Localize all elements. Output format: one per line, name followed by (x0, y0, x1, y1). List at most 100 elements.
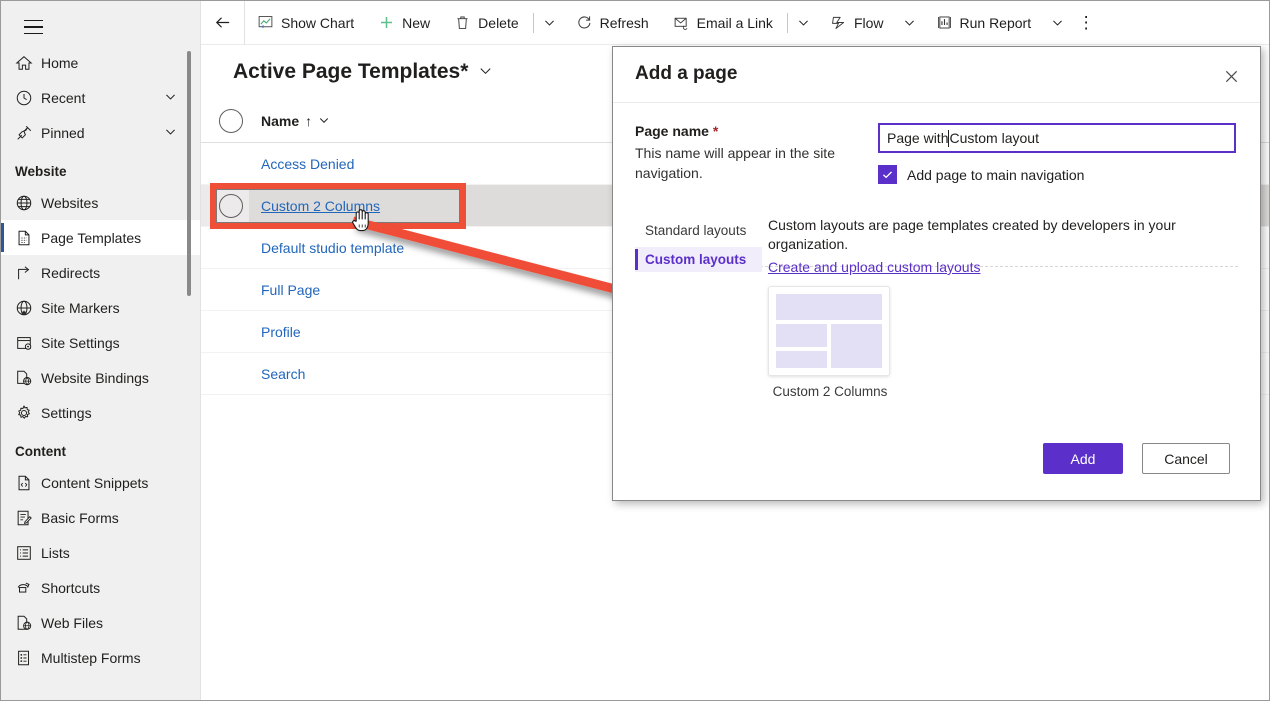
page-template-icon (15, 229, 41, 247)
sidebar-item-basic-forms[interactable]: Basic Forms (1, 500, 201, 535)
page-name-value-after-caret: Custom layout (949, 130, 1038, 146)
custom-2-columns-thumbnail[interactable] (768, 286, 890, 376)
sort-ascending-icon: ↑ (305, 113, 312, 129)
dialog-footer: Add Cancel (613, 430, 1260, 500)
shortcut-icon (15, 579, 41, 597)
sidebar-item-label: Page Templates (41, 230, 141, 246)
sidebar-item-lists[interactable]: Lists (1, 535, 201, 570)
row-name-link[interactable]: Default studio template (261, 227, 404, 269)
sidebar-group-website-title: Website (1, 150, 201, 185)
command-separator (533, 13, 534, 33)
column-header-label: Name (261, 113, 299, 129)
chevron-down-icon[interactable] (318, 113, 330, 129)
chevron-down-icon[interactable] (478, 63, 493, 81)
view-selector[interactable]: Active Page Templates* (233, 60, 493, 84)
cancel-button[interactable]: Cancel (1142, 443, 1230, 474)
sidebar-item-site-markers[interactable]: Site Markers (1, 290, 201, 325)
sidebar-item-shortcuts[interactable]: Shortcuts (1, 570, 201, 605)
sidebar-item-label: Content Snippets (41, 475, 148, 491)
run-report-button[interactable]: Run Report (924, 1, 1044, 45)
sidebar-item-label: Basic Forms (41, 510, 119, 526)
sidebar-item-label: Websites (41, 195, 98, 211)
hamburger-icon[interactable] (13, 11, 53, 43)
sidebar-item-website-bindings[interactable]: Website Bindings (1, 360, 201, 395)
row-name-link[interactable]: Custom 2 Columns (261, 185, 380, 227)
select-all-checkbox[interactable] (219, 109, 243, 133)
new-button[interactable]: New (366, 1, 442, 45)
sidebar-item-label: Site Settings (41, 335, 120, 351)
command-label: Run Report (960, 15, 1032, 31)
layouts-section: Standard layouts Custom layouts Custom l… (613, 216, 1260, 400)
delete-button[interactable]: Delete (442, 1, 530, 45)
thumbnail-layout-preview (776, 294, 882, 368)
tab-label: Standard layouts (645, 223, 746, 238)
tab-label: Custom layouts (645, 252, 746, 267)
sidebar-item-page-templates[interactable]: Page Templates (1, 220, 201, 255)
layout-description: Custom layouts are page templates create… (768, 216, 1178, 254)
page-name-input[interactable]: Page withCustom layout (878, 123, 1236, 153)
add-to-navigation-checkbox-row[interactable]: Add page to main navigation (878, 165, 1238, 184)
sidebar-item-label: Shortcuts (41, 580, 100, 596)
layout-block-left-top (776, 324, 827, 347)
chevron-down-icon[interactable] (164, 125, 177, 141)
row-name-link[interactable]: Profile (261, 311, 301, 353)
flow-button[interactable]: Flow (818, 1, 896, 45)
sidebar-item-label: Site Markers (41, 300, 120, 316)
plus-icon (378, 14, 395, 31)
add-to-navigation-checkbox[interactable] (878, 165, 897, 184)
row-name-link[interactable]: Access Denied (261, 143, 354, 185)
run-report-caret[interactable] (1043, 1, 1071, 45)
flow-caret[interactable] (896, 1, 924, 45)
required-marker: * (713, 123, 718, 139)
email-a-link-button[interactable]: Email a Link (661, 1, 785, 45)
row-name-link[interactable]: Search (261, 353, 305, 395)
sidebar-item-site-settings[interactable]: Site Settings (1, 325, 201, 360)
row-name-link[interactable]: Full Page (261, 269, 320, 311)
app-window: Home Recent Pinned Websi (0, 0, 1270, 701)
report-icon (936, 14, 953, 31)
email-caret[interactable] (790, 1, 818, 45)
add-a-page-dialog: Add a page Page name * This name will ap… (612, 46, 1261, 501)
list-icon (15, 544, 41, 562)
dialog-header: Add a page (613, 47, 1260, 103)
sidebar-item-multistep-forms[interactable]: Multistep Forms (1, 640, 201, 675)
sidebar-item-content-snippets[interactable]: Content Snippets (1, 465, 201, 500)
globe-star-icon (15, 299, 41, 317)
sidebar-item-settings[interactable]: Settings (1, 395, 201, 430)
overflow-menu-button[interactable]: ⋮ (1071, 1, 1101, 45)
sidebar-item-web-files[interactable]: Web Files (1, 605, 201, 640)
column-header-name[interactable]: Name ↑ (261, 99, 330, 143)
sidebar-item-label: Pinned (41, 125, 85, 141)
add-button[interactable]: Add (1043, 443, 1123, 474)
page-title: Active Page Templates* (233, 60, 468, 84)
tab-custom-layouts[interactable]: Custom layouts (635, 247, 762, 272)
page-name-value-before-caret: Page with (887, 130, 948, 146)
show-chart-button[interactable]: Show Chart (245, 1, 366, 45)
close-icon[interactable] (1216, 61, 1246, 91)
create-upload-custom-layouts-link[interactable]: Create and upload custom layouts (768, 259, 980, 275)
code-page-icon (15, 474, 41, 492)
sidebar-item-redirects[interactable]: Redirects (1, 255, 201, 290)
tab-standard-layouts[interactable]: Standard layouts (635, 218, 762, 243)
sidebar-item-label: Website Bindings (41, 370, 149, 386)
row-checkbox[interactable] (219, 194, 243, 218)
chevron-down-icon[interactable] (164, 90, 177, 106)
layout-pane: Custom layouts are page templates create… (762, 216, 1260, 400)
sidebar-scrollbar-thumb[interactable] (187, 51, 191, 296)
gear-icon (15, 404, 41, 422)
back-arrow-icon[interactable] (201, 1, 245, 45)
sidebar-item-label: Multistep Forms (41, 650, 141, 666)
multistep-form-icon (15, 649, 41, 667)
sidebar-item-websites[interactable]: Websites (1, 185, 201, 220)
delete-caret[interactable] (536, 1, 564, 45)
page-name-help-text: This name will appear in the site naviga… (635, 143, 870, 183)
sidebar-item-label: Settings (41, 405, 92, 421)
sidebar-item-pinned[interactable]: Pinned (1, 115, 201, 150)
command-bar: Show Chart New Delete Refresh (201, 1, 1270, 45)
sidebar-item-recent[interactable]: Recent (1, 80, 201, 115)
command-label: Flow (854, 15, 884, 31)
refresh-button[interactable]: Refresh (564, 1, 661, 45)
add-to-navigation-label: Add page to main navigation (907, 167, 1084, 183)
page-name-label: Page name (635, 123, 709, 139)
sidebar-item-home[interactable]: Home (1, 45, 201, 80)
